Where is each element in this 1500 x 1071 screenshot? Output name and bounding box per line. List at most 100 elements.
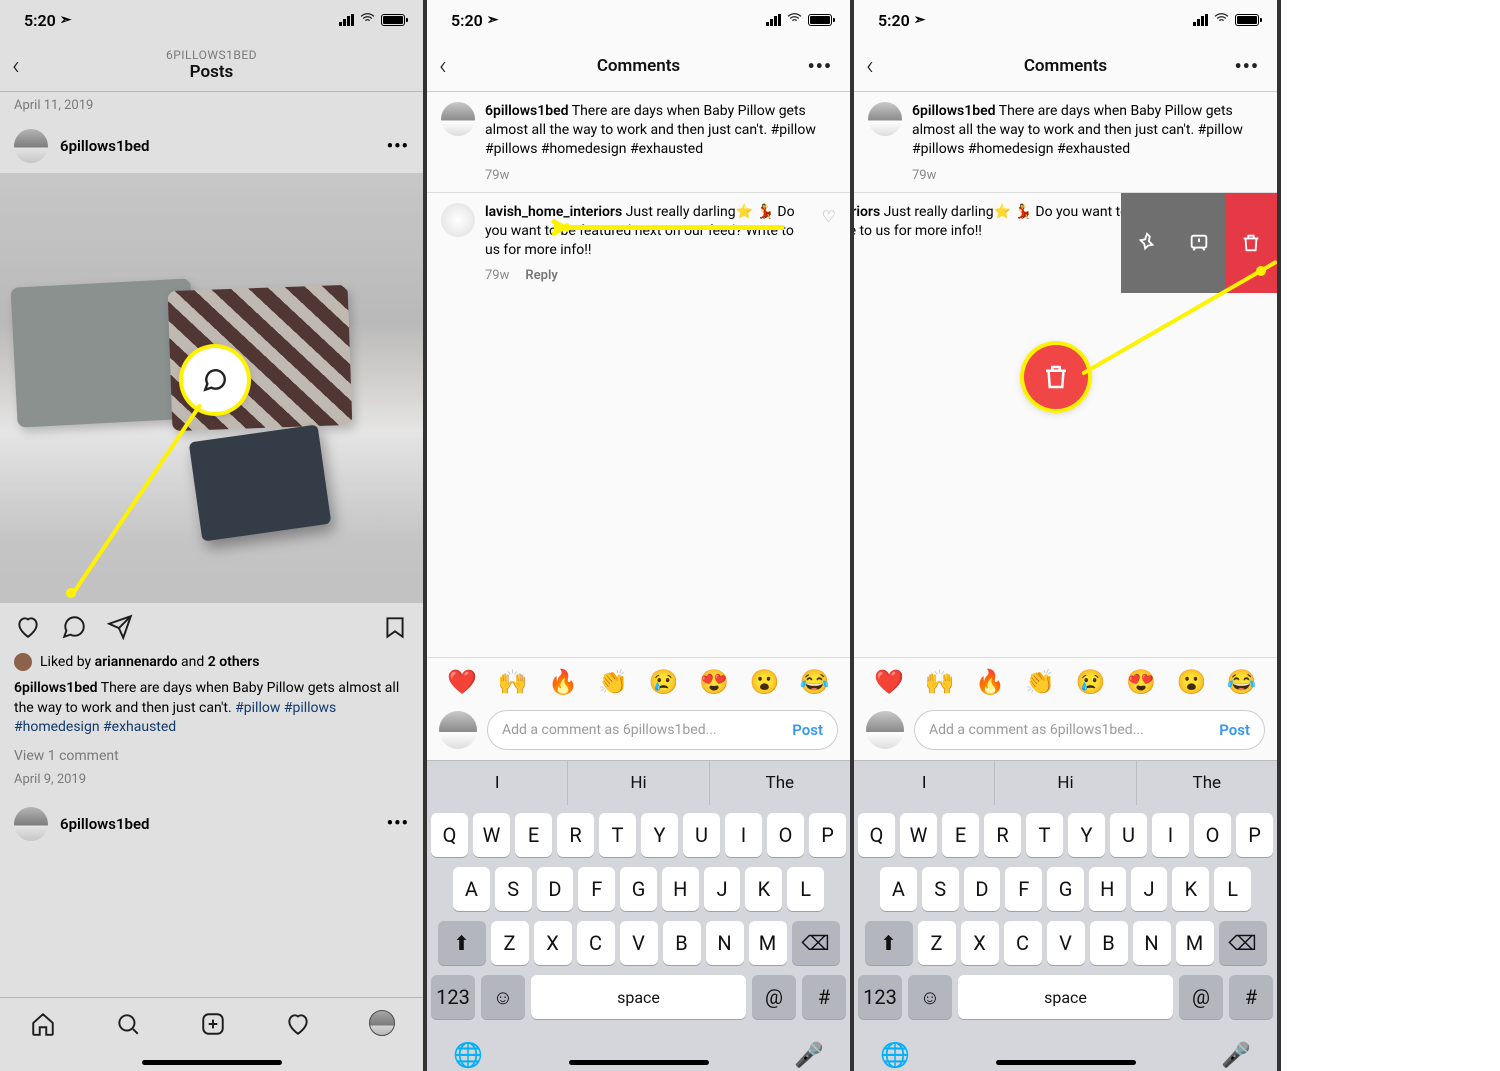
emoji-laugh[interactable]: 😂: [800, 668, 830, 696]
key-shift[interactable]: ⬆: [438, 921, 486, 965]
back-button[interactable]: ‹: [439, 51, 447, 81]
key-y[interactable]: Y: [641, 813, 678, 857]
emoji-clap[interactable]: 👏: [598, 668, 628, 696]
key-a[interactable]: A: [880, 867, 917, 911]
globe-icon[interactable]: 🌐: [453, 1041, 483, 1069]
post-username[interactable]: 6pillows1bed: [60, 137, 375, 155]
pin-comment-button[interactable]: [1121, 193, 1173, 293]
key-u[interactable]: U: [683, 813, 720, 857]
key-a[interactable]: A: [453, 867, 490, 911]
more-button[interactable]: •••: [807, 54, 832, 78]
avatar[interactable]: [441, 102, 475, 136]
key-j[interactable]: J: [704, 867, 741, 911]
next-post-more[interactable]: •••: [387, 813, 409, 834]
key-i[interactable]: I: [1152, 813, 1189, 857]
back-button[interactable]: ‹: [866, 51, 874, 81]
emoji-fire[interactable]: 🔥: [548, 668, 578, 696]
key-e[interactable]: E: [942, 813, 979, 857]
commenter-avatar[interactable]: [441, 203, 475, 237]
suggestion[interactable]: The: [709, 761, 850, 805]
key-g[interactable]: G: [620, 867, 657, 911]
key-y[interactable]: Y: [1068, 813, 1105, 857]
key-emoji[interactable]: ☺: [481, 975, 525, 1019]
key-c[interactable]: C: [1004, 921, 1042, 965]
key-r[interactable]: R: [557, 813, 594, 857]
report-comment-button[interactable]: [1173, 193, 1225, 293]
key-h[interactable]: H: [662, 867, 699, 911]
emoji-wow[interactable]: 😮: [749, 668, 779, 696]
comment-like-button[interactable]: ♡: [822, 203, 836, 285]
key-backspace[interactable]: ⌫: [792, 921, 840, 965]
post-comment-button[interactable]: Post: [1219, 721, 1250, 739]
like-button[interactable]: [14, 613, 42, 641]
post-comment-button[interactable]: Post: [792, 721, 823, 739]
key-f[interactable]: F: [578, 867, 615, 911]
key-n[interactable]: N: [706, 921, 744, 965]
key-m[interactable]: M: [1176, 921, 1214, 965]
suggestion[interactable]: Hi: [994, 761, 1135, 805]
emoji-fire[interactable]: 🔥: [975, 668, 1005, 696]
tab-add-post[interactable]: [199, 1010, 227, 1038]
emoji-hands[interactable]: 🙌: [925, 668, 955, 696]
globe-icon[interactable]: 🌐: [880, 1041, 910, 1069]
home-indicator[interactable]: [569, 1060, 709, 1065]
comment-button[interactable]: [60, 613, 88, 641]
key-b[interactable]: B: [1090, 921, 1128, 965]
delete-comment-button[interactable]: [1225, 193, 1277, 293]
key-space[interactable]: space: [531, 975, 746, 1019]
post-image[interactable]: [0, 173, 423, 603]
suggestion[interactable]: Hi: [567, 761, 708, 805]
key-z[interactable]: Z: [918, 921, 956, 965]
avatar[interactable]: [868, 102, 902, 136]
key-p[interactable]: P: [809, 813, 846, 857]
key-backspace[interactable]: ⌫: [1219, 921, 1267, 965]
likes-row[interactable]: Liked by ariannenardo and 2 others: [0, 651, 423, 677]
back-button[interactable]: ‹: [12, 51, 20, 81]
comment-row[interactable]: lavish_home_interiors Just really darlin…: [427, 193, 850, 293]
avatar[interactable]: [14, 807, 48, 841]
reply-button[interactable]: Reply: [525, 267, 557, 285]
key-c[interactable]: C: [577, 921, 615, 965]
bookmark-button[interactable]: [381, 613, 409, 641]
key-d[interactable]: D: [964, 867, 1001, 911]
key-j[interactable]: J: [1131, 867, 1168, 911]
key-t[interactable]: T: [1026, 813, 1063, 857]
share-button[interactable]: [106, 613, 134, 641]
key-r[interactable]: R: [984, 813, 1021, 857]
home-indicator[interactable]: [996, 1060, 1136, 1065]
key-q[interactable]: Q: [431, 813, 468, 857]
suggestion[interactable]: I: [854, 761, 994, 805]
key-e[interactable]: E: [515, 813, 552, 857]
comment-input[interactable]: Add a comment as 6pillows1bed... Post: [487, 710, 838, 750]
emoji-clap[interactable]: 👏: [1025, 668, 1055, 696]
emoji-laugh[interactable]: 😂: [1227, 668, 1257, 696]
emoji-cry[interactable]: 😢: [649, 668, 679, 696]
comment-row-swiped[interactable]: lavish_home_interiors Just really darlin…: [854, 193, 1277, 293]
key-f[interactable]: F: [1005, 867, 1042, 911]
key-hash[interactable]: #: [802, 975, 846, 1019]
key-u[interactable]: U: [1110, 813, 1147, 857]
suggestion[interactable]: The: [1136, 761, 1277, 805]
home-indicator[interactable]: [142, 1060, 282, 1065]
key-m[interactable]: M: [749, 921, 787, 965]
key-shift[interactable]: ⬆: [865, 921, 913, 965]
key-k[interactable]: K: [745, 867, 782, 911]
emoji-cry[interactable]: 😢: [1076, 668, 1106, 696]
key-hash[interactable]: #: [1229, 975, 1273, 1019]
key-v[interactable]: V: [620, 921, 658, 965]
next-post-username[interactable]: 6pillows1bed: [60, 815, 375, 833]
tab-activity[interactable]: [284, 1010, 312, 1038]
key-x[interactable]: X: [534, 921, 572, 965]
key-l[interactable]: L: [787, 867, 824, 911]
key-v[interactable]: V: [1047, 921, 1085, 965]
key-i[interactable]: I: [725, 813, 762, 857]
key-o[interactable]: O: [1194, 813, 1231, 857]
tab-home[interactable]: [29, 1010, 57, 1038]
dictation-icon[interactable]: 🎤: [794, 1041, 824, 1069]
emoji-wow[interactable]: 😮: [1176, 668, 1206, 696]
key-b[interactable]: B: [663, 921, 701, 965]
more-button[interactable]: •••: [1234, 54, 1259, 78]
key-numbers[interactable]: 123: [858, 975, 902, 1019]
key-z[interactable]: Z: [491, 921, 529, 965]
key-w[interactable]: W: [900, 813, 937, 857]
